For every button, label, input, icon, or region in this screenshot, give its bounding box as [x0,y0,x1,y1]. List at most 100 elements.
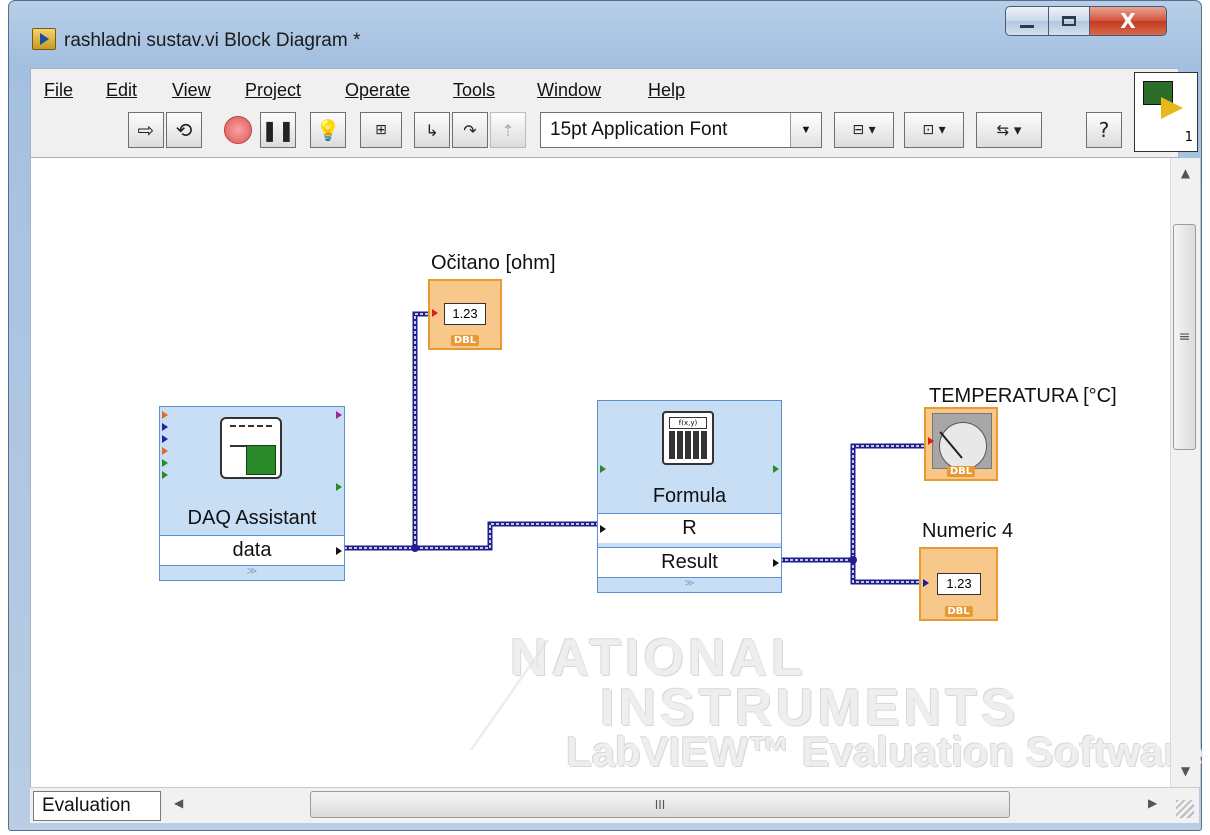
reorder-button[interactable]: ⇆ ▾ [976,112,1042,148]
r-input-terminal [600,525,606,533]
gauge-icon [932,413,992,470]
align-objects-button[interactable]: ⊟ ▾ [834,112,894,148]
watermark-line3: LabVIEW™ Evaluation Software [566,728,1204,775]
daq-board-icon [246,445,276,475]
daq-output-terminal [336,483,342,491]
vi-icon-panel[interactable]: 1 [1134,72,1198,152]
chevron-down-icon: ▼ [790,113,821,147]
numeric4-type-badge: DBL [944,606,973,617]
scroll-grip: III [654,797,666,812]
ocitano-indicator[interactable]: 1.23 DBL [428,279,502,350]
connector-pane-icon [1161,97,1183,119]
daq-output-data[interactable]: data [160,535,344,565]
minimize-icon [1020,24,1034,28]
formula-output-result[interactable]: Result [598,547,781,577]
daq-expander-handle[interactable]: ≫ [160,565,344,580]
pause-icon: ❚❚ [261,118,295,142]
menu-project-label: Project [245,80,302,100]
ocitano-value: 1.23 [444,303,486,325]
scroll-down-icon[interactable]: ▼ [1171,764,1200,778]
labview-app-icon[interactable] [32,28,56,50]
temperatura-indicator[interactable]: DBL [924,407,998,481]
daq-input-terminal [162,411,168,419]
daq-input-terminal [162,435,168,443]
run-button[interactable]: ⇨ [128,112,164,148]
formula-node[interactable]: f(x,y) Formula R Result ≫ [597,400,782,593]
calculator-keys-icon [669,431,707,459]
abort-button[interactable] [220,112,256,148]
evaluation-tab[interactable]: Evaluation [33,791,161,821]
highlight-execution-button[interactable]: 💡 [310,112,346,148]
daq-input-terminal [162,447,168,455]
calculator-icon: f(x,y) [662,411,714,465]
step-into-icon: ↳ [425,120,439,140]
step-into-button[interactable]: ↳ [414,112,450,148]
vi-icon-number: 1 [1184,130,1193,145]
formula-output-label: Result [661,551,718,573]
distribute-objects-icon: ⊡ ▾ [922,122,946,138]
scroll-up-icon[interactable]: ▲ [1171,166,1200,180]
menu-project[interactable]: Project [245,80,301,101]
run-arrow-icon: ⇨ [137,118,155,142]
menu-window[interactable]: Window [537,80,601,101]
menu-view[interactable]: View [172,80,211,101]
menu-tools-label: Tools [453,80,496,100]
menu-help-label: Help [648,80,686,100]
numeric4-label: Numeric 4 [922,520,1014,542]
pause-button[interactable]: ❚❚ [260,112,296,148]
daq-assistant-node[interactable]: DAQ Assistant data ≫ [159,406,345,581]
daq-output-terminal [336,411,342,419]
step-over-button[interactable]: ↷ [452,112,488,148]
calculator-display-icon: f(x,y) [669,417,707,429]
daq-assistant-icon [220,417,282,479]
formula-expander-handle[interactable]: ≫ [598,577,781,592]
vertical-scroll-thumb[interactable]: ≡ [1173,224,1196,450]
data-output-terminal [336,547,342,555]
align-objects-icon: ⊟ ▾ [852,122,876,138]
step-out-icon: ⇡ [501,120,515,140]
scroll-right-icon[interactable]: ▶ [1148,796,1157,810]
result-output-terminal [773,559,779,567]
formula-output-terminal [773,465,779,473]
scroll-left-icon[interactable]: ◀ [174,796,183,810]
context-help-button[interactable]: ? [1086,112,1122,148]
menu-operate-label: Operate [345,80,411,100]
minimize-button[interactable] [1005,6,1049,36]
ocitano-type-badge: DBL [450,335,480,346]
maximize-icon [1062,16,1076,26]
resize-grip-icon[interactable] [1176,800,1194,818]
menu-file[interactable]: File [44,80,73,101]
formula-input-r[interactable]: R [598,513,781,543]
step-out-button[interactable]: ⇡ [490,112,526,148]
close-button[interactable]: X [1089,6,1167,36]
daq-assistant-title: DAQ Assistant [187,507,317,529]
menu-window-label: Window [537,80,602,100]
run-continuously-icon: ⟲ [175,118,193,142]
daq-output-label: data [232,539,272,561]
retain-wire-values-button[interactable]: ⊞ [360,112,402,148]
numeric4-indicator[interactable]: 1.23 DBL [919,547,998,621]
close-icon: X [1120,9,1136,33]
numeric4-input-terminal [923,579,929,587]
font-select[interactable]: 15pt Application Font ▼ [540,112,822,148]
daq-input-terminal [162,423,168,431]
menu-tools[interactable]: Tools [453,80,495,101]
window-title: rashladni sustav.vi Block Diagram * [64,30,361,51]
daq-input-terminal [162,471,168,479]
abort-stop-icon [224,116,252,144]
maximize-button[interactable] [1048,6,1090,36]
horizontal-scroll-thumb[interactable]: III [310,791,1010,818]
menu-operate[interactable]: Operate [345,80,410,101]
menu-help[interactable]: Help [648,80,685,101]
retain-wire-values-icon: ⊞ [375,122,387,138]
distribute-objects-button[interactable]: ⊡ ▾ [904,112,964,148]
step-over-icon: ↷ [463,120,477,140]
menu-edit[interactable]: Edit [106,80,137,101]
run-continuously-button[interactable]: ⟲ [166,112,202,148]
gauge-dial-icon [939,422,987,470]
formula-title: Formula [652,485,727,507]
temperatura-type-badge: DBL [946,466,976,477]
menu-edit-label: Edit [106,80,138,100]
temperatura-input-terminal [928,437,934,445]
menu-file-label: File [44,80,74,100]
